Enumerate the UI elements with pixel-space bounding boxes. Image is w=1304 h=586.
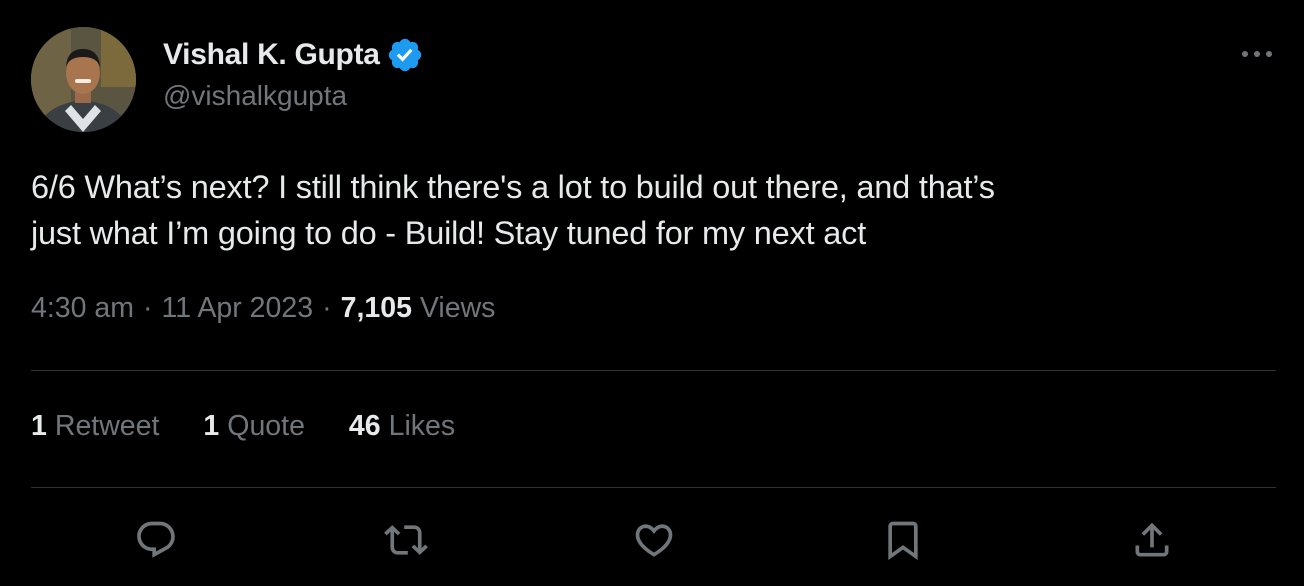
stat-label: Retweet [54, 410, 160, 442]
more-dots-icon [1242, 51, 1272, 57]
stat-count: 1 [31, 410, 47, 442]
meta-separator: · [142, 292, 153, 324]
reply-icon [137, 521, 175, 558]
avatar-image [31, 27, 136, 132]
share-button[interactable] [1124, 512, 1180, 568]
stat-label: Quote [227, 410, 305, 442]
avatar[interactable] [31, 27, 136, 132]
more-options-button[interactable] [1237, 38, 1277, 70]
stat-likes[interactable]: 46 Likes [349, 410, 455, 443]
stat-retweets[interactable]: 1 Retweet [31, 410, 159, 443]
engagement-stats: 1 Retweet 1 Quote 46 Likes [31, 410, 499, 443]
author-display-name[interactable]: Vishal K. Gupta [163, 38, 380, 72]
divider [31, 487, 1276, 488]
views-count[interactable]: 7,105 [341, 292, 412, 325]
tweet-date[interactable]: 11 Apr 2023 [161, 292, 313, 325]
retweet-button[interactable] [378, 512, 434, 568]
tweet-meta: 4:30 am · 11 Apr 2023 · 7,105 Views [31, 292, 495, 325]
author-name-row: Vishal K. Gupta [163, 34, 424, 76]
views-label[interactable]: Views [420, 292, 496, 325]
verified-badge-icon[interactable] [386, 36, 424, 74]
like-button[interactable] [626, 512, 682, 568]
heart-icon [635, 524, 673, 557]
bookmark-button[interactable] [875, 512, 931, 568]
retweet-icon [384, 525, 428, 555]
reply-button[interactable] [128, 512, 184, 568]
stat-quotes[interactable]: 1 Quote [203, 410, 305, 443]
tweet: Vishal K. Gupta @vishalkgupta 6/6 What’s… [0, 0, 1304, 586]
meta-separator: · [322, 292, 332, 324]
tweet-time[interactable]: 4:30 am [31, 292, 134, 325]
stat-count: 46 [348, 410, 381, 442]
tweet-text: 6/6 What’s next? I still think there's a… [31, 169, 995, 251]
share-icon [1135, 522, 1169, 557]
author-handle[interactable]: @vishalkgupta [163, 80, 347, 112]
action-bar [0, 512, 1304, 568]
bookmark-icon [888, 521, 918, 561]
stat-label: Likes [388, 410, 456, 442]
stat-count: 1 [203, 410, 220, 442]
divider [31, 370, 1276, 371]
